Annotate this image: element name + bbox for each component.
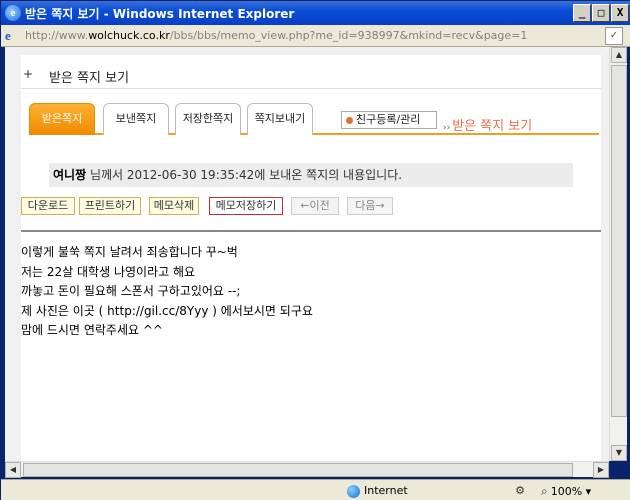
bullet-icon [346,116,353,124]
tab-received[interactable]: 받은쪽지 [29,103,95,135]
vertical-scrollbar[interactable]: ▲ ▼ [609,47,627,461]
zoom-control[interactable]: ⌕ 100% ▾ [541,483,621,499]
friend-manage-button[interactable]: 친구등록/관리 [341,111,437,129]
next-button[interactable]: 다음→ [347,197,393,215]
url-path: /bbs/bbs/memo_view.php?me_id=938997&mkin… [169,29,528,42]
protected-mode-icon[interactable]: ⚙ [509,483,531,499]
page-icon: e [5,28,11,43]
download-button[interactable]: 다운로드 [21,197,75,215]
tab-sent[interactable]: 보낸쪽지 [103,103,169,135]
vertical-scroll-thumb[interactable] [611,65,627,417]
horizontal-scroll-thumb[interactable] [23,463,573,477]
compat-view-icon[interactable]: ✓ [605,27,623,45]
page-background: + 받은 쪽지 보기 받은쪽지 보낸쪽지 저장한쪽지 쪽지보내기 친구등록/관리… [5,47,609,461]
memo-line: 제 사진은 이곳 ( http://gil.cc/8Yyy ) 에서보시면 되구… [21,303,313,318]
magnifier-icon: ⌕ [541,484,548,498]
maximize-button[interactable]: □ [592,4,610,22]
minimize-button[interactable]: _ [573,4,591,22]
print-button[interactable]: 프린트하기 [79,197,141,215]
title-bar[interactable]: e 받은 쪽지 보기 - Windows Internet Explorer _… [1,1,630,25]
address-url[interactable]: http://www.wolchuck.co.kr/bbs/bbs/memo_v… [25,29,527,42]
memo-line: 이렇게 불쑥 쪽지 날려서 죄송합니다 꾸~벅 [21,245,238,259]
save-memo-button[interactable]: 메모저장하기 [209,197,283,215]
browser-window: e 받은 쪽지 보기 - Windows Internet Explorer _… [0,0,630,500]
page-title: 받은 쪽지 보기 [49,71,130,86]
memo-panel: + 받은 쪽지 보기 받은쪽지 보낸쪽지 저장한쪽지 쪽지보내기 친구등록/관리… [21,55,601,461]
security-zone[interactable]: Internet [347,483,497,499]
memo-line: 맘에 드시면 연락주세요 ^^ [21,323,163,337]
sender-name[interactable]: 여니짱 [53,168,86,182]
memo-info-text: 님께서 2012-06-30 19:35:42에 보내온 쪽지의 내용입니다. [86,168,403,182]
ie-icon: e [5,5,21,21]
memo-body: 이렇게 불쑥 쪽지 날려서 죄송합니다 꾸~벅 저는 22살 대학생 나영이라고… [21,243,601,341]
memo-line: 까놓고 돈이 필요해 스폰서 구하고있어요 --; [21,284,241,298]
memo-tabs: 받은쪽지 보낸쪽지 저장한쪽지 쪽지보내기 친구등록/관리 ›› 받은 쪽지 보기 [29,103,599,135]
delete-memo-button[interactable]: 메모삭제 [149,197,199,215]
memo-info-bar: 여니짱 님께서 2012-06-30 19:35:42에 보내온 쪽지의 내용입… [49,163,573,187]
url-domain: wolchuck.co.kr [88,29,170,42]
zone-label: Internet [364,484,408,497]
header-bullet: + [23,67,34,81]
zoom-level: 100% [550,485,583,498]
prev-button[interactable]: ←이전 [291,197,339,215]
page-header: + 받은 쪽지 보기 [21,65,601,89]
scroll-up-icon[interactable]: ▲ [611,47,627,63]
status-bar: Internet ⚙ ⌕ 100% ▾ [1,479,630,500]
tab-compose[interactable]: 쪽지보내기 [247,103,313,135]
scroll-down-icon[interactable]: ▼ [611,445,627,461]
scroll-right-icon[interactable]: ▶ [593,462,609,478]
double-arrow-icon: ›› [443,123,451,133]
horizontal-scrollbar[interactable]: ◀ ▶ [5,461,609,478]
content-area: + 받은 쪽지 보기 받은쪽지 보낸쪽지 저장한쪽지 쪽지보내기 친구등록/관리… [5,47,609,461]
section-title: 받은 쪽지 보기 [452,119,533,134]
friend-manage-label: 친구등록/관리 [356,113,421,126]
globe-icon [347,484,360,498]
tab-saved[interactable]: 저장한쪽지 [175,103,241,135]
divider [21,230,601,232]
address-bar[interactable]: e http://www.wolchuck.co.kr/bbs/bbs/memo… [1,25,630,47]
window-title: 받은 쪽지 보기 - Windows Internet Explorer [25,7,295,21]
scroll-left-icon[interactable]: ◀ [5,462,21,478]
memo-line: 저는 22살 대학생 나영이라고 해요 [21,264,196,279]
url-prefix: http://www. [25,29,89,42]
memo-actions: 다운로드 프린트하기 메모삭제 메모저장하기 ←이전 다음→ [21,197,601,217]
close-button[interactable]: X [611,4,629,22]
section-heading: ›› 받은 쪽지 보기 [443,115,532,134]
